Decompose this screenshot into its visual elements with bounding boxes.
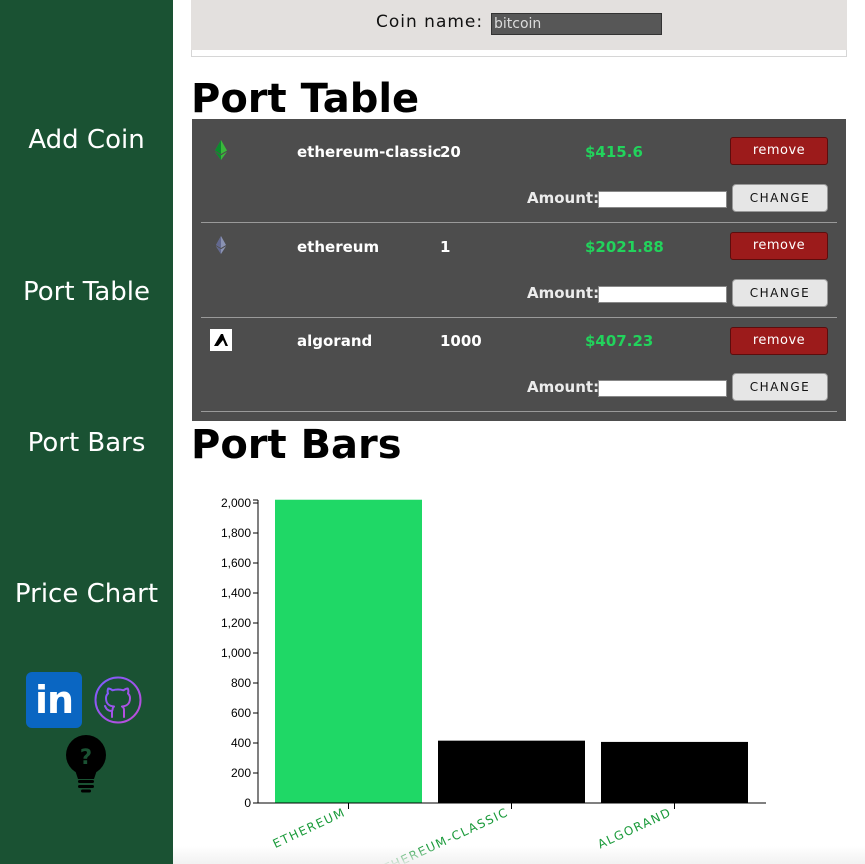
y-tick-label: 600	[231, 706, 251, 720]
coin-name-input[interactable]	[491, 13, 662, 35]
search-bar-divider	[191, 50, 847, 57]
help-bulb-icon[interactable]: ?	[64, 735, 108, 793]
y-tick-label: 1,600	[221, 556, 251, 570]
y-tick-label: 1,800	[221, 526, 251, 540]
y-tick-label: 200	[231, 766, 251, 780]
coin-name-cell: ethereum-classic	[297, 143, 442, 161]
port-bars-title: Port Bars	[191, 422, 402, 468]
sidebar-item-price-chart[interactable]: Price Chart	[0, 579, 173, 609]
remove-button[interactable]: remove	[730, 327, 828, 355]
row-divider	[201, 411, 837, 412]
coin-amount-cell: 1	[440, 238, 451, 256]
algorand-icon	[210, 329, 232, 351]
row-divider	[201, 317, 837, 318]
ethereum-icon	[216, 236, 226, 254]
sidebar-item-add-coin[interactable]: Add Coin	[0, 125, 173, 155]
ethereum-classic-icon	[215, 140, 227, 160]
change-button[interactable]: CHANGE	[732, 373, 828, 401]
amount-label: Amount:	[527, 378, 600, 396]
coin-name-cell: ethereum	[297, 238, 380, 256]
y-tick-label: 1,000	[221, 646, 251, 660]
amount-input[interactable]	[598, 191, 727, 208]
y-tick-label: 400	[231, 736, 251, 750]
row-divider	[201, 222, 837, 223]
bar-ethereum-classic	[438, 740, 585, 803]
x-tick-label: ETHEREUM	[271, 805, 348, 851]
amount-input[interactable]	[598, 380, 727, 397]
port-table-title: Port Table	[191, 76, 420, 122]
change-button[interactable]: CHANGE	[732, 279, 828, 307]
linkedin-icon[interactable]: in	[26, 672, 82, 728]
amount-input[interactable]	[598, 286, 727, 303]
svg-text:?: ?	[80, 745, 92, 769]
github-icon[interactable]	[94, 676, 142, 724]
y-tick-label: 2,000	[221, 496, 251, 510]
coin-name-cell: algorand	[297, 332, 373, 350]
bar-algorand	[601, 741, 748, 803]
y-tick-label: 1,400	[221, 586, 251, 600]
bar-ethereum	[275, 499, 422, 803]
change-button[interactable]: CHANGE	[732, 184, 828, 212]
coin-value-cell: $407.23	[585, 332, 654, 350]
x-tick-label: ALGORAND	[595, 805, 673, 851]
sidebar-item-port-bars[interactable]: Port Bars	[0, 428, 173, 458]
port-table: ethereum-classic 20 $415.6 remove Amount…	[192, 119, 846, 421]
coin-amount-cell: 1000	[440, 332, 482, 350]
port-bars-chart: 0 200 400 600 800 1,000 1,200 1,400 1,600 1,800 2,…	[221, 496, 766, 864]
coin-value-cell: $2021.88	[585, 238, 664, 256]
y-tick-label: 1,200	[221, 616, 251, 630]
amount-label: Amount:	[527, 284, 600, 302]
app-root: Add Coin Port Table Port Bars Price Char…	[0, 0, 865, 864]
sidebar: Add Coin Port Table Port Bars Price Char…	[0, 0, 173, 864]
y-tick-label: 800	[231, 676, 251, 690]
bottom-fade	[173, 846, 865, 864]
remove-button[interactable]: remove	[730, 137, 828, 165]
coin-name-label: Coin name:	[376, 12, 484, 32]
remove-button[interactable]: remove	[730, 232, 828, 260]
coin-amount-cell: 20	[440, 143, 461, 161]
coin-value-cell: $415.6	[585, 143, 643, 161]
sidebar-item-port-table[interactable]: Port Table	[0, 277, 173, 307]
y-tick-label: 0	[244, 796, 251, 810]
amount-label: Amount:	[527, 189, 600, 207]
